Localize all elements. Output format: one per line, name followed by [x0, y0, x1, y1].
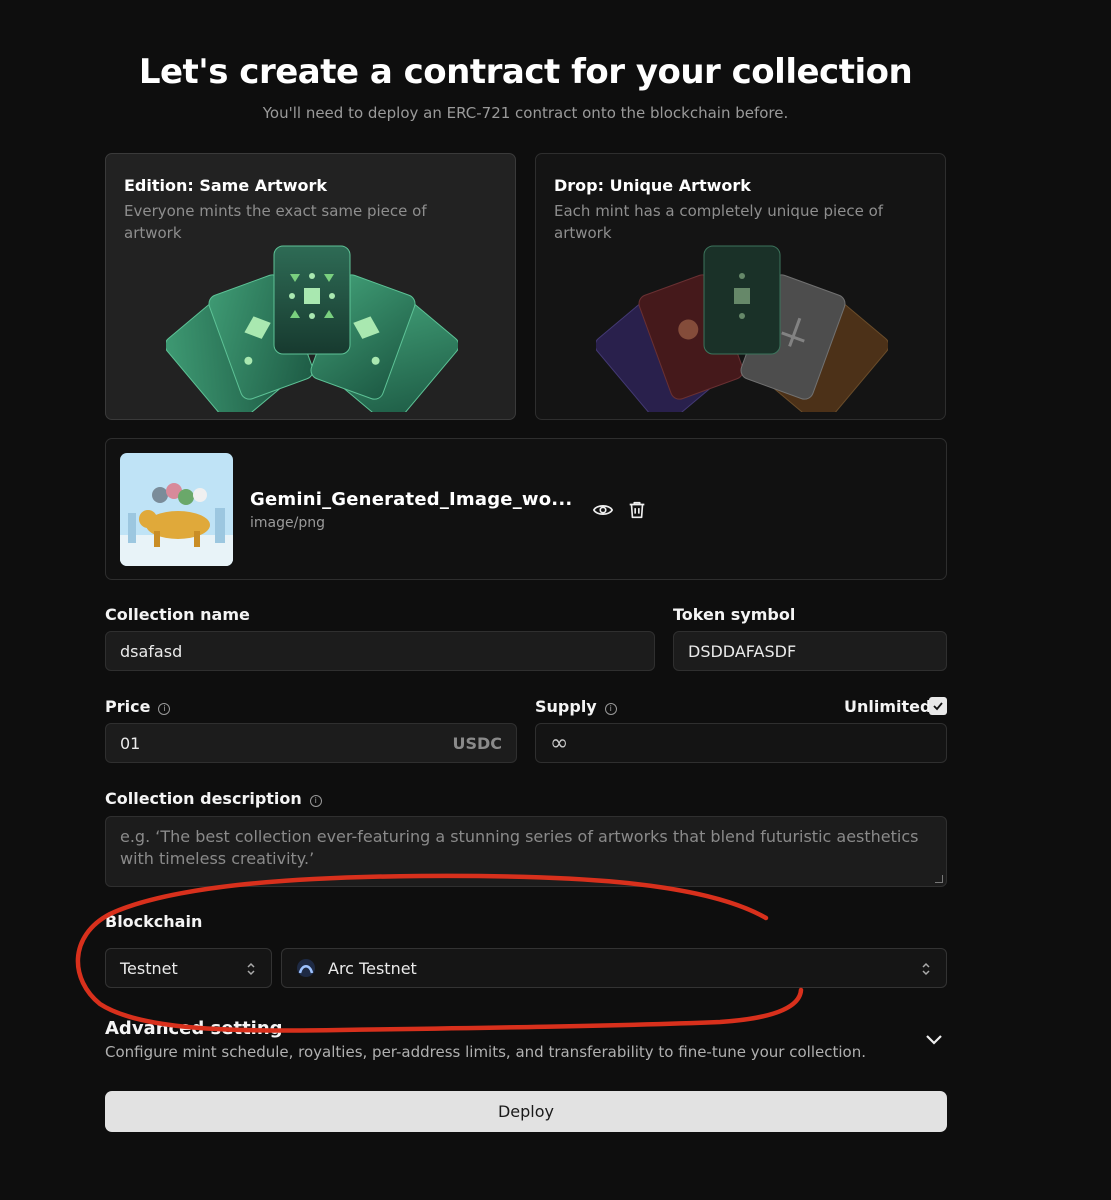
trash-icon[interactable]: [626, 499, 648, 521]
network-type-value: Testnet: [120, 958, 178, 978]
arc-logo-icon: [297, 959, 315, 977]
unlimited-checkbox[interactable]: [929, 697, 947, 715]
blockchain-label: Blockchain: [105, 912, 203, 931]
file-type: image/png: [250, 515, 325, 531]
price-currency: USDC: [452, 734, 502, 753]
same-artwork-illustration: [166, 245, 458, 412]
price-input[interactable]: 01 USDC: [105, 723, 517, 763]
resize-handle[interactable]: [935, 875, 943, 883]
supply-label: Supply i: [535, 697, 617, 716]
chevron-down-icon[interactable]: [924, 1032, 944, 1046]
description-textarea[interactable]: e.g. ‘The best collection ever-featuring…: [105, 816, 947, 887]
advanced-setting-title[interactable]: Advanced setting: [105, 1018, 283, 1039]
token-symbol-label: Token symbol: [673, 605, 796, 624]
description-label-text: Collection description: [105, 789, 302, 808]
eye-icon[interactable]: [592, 499, 614, 521]
network-value: Arc Testnet: [328, 958, 417, 978]
image-thumbnail: [120, 453, 233, 566]
uploaded-file-row: Gemini_Generated_Image_wo... image/png: [105, 438, 947, 580]
supply-label-text: Supply: [535, 697, 597, 716]
description-label: Collection description i: [105, 789, 322, 808]
card-title: Drop: Unique Artwork: [554, 176, 751, 195]
info-icon[interactable]: i: [604, 703, 617, 715]
supply-input[interactable]: ∞: [535, 723, 947, 763]
page-title: Let's create a contract for your collect…: [138, 52, 913, 92]
deploy-button[interactable]: Deploy: [105, 1091, 947, 1132]
card-title: Edition: Same Artwork: [124, 176, 327, 195]
check-icon: [933, 702, 943, 711]
collection-name-input[interactable]: dsafasd: [105, 631, 655, 671]
advanced-setting-description: Configure mint schedule, royalties, per-…: [105, 1043, 866, 1061]
card-description: Each mint has a completely unique piece …: [554, 202, 884, 242]
price-value: 01: [120, 733, 141, 753]
price-label-text: Price: [105, 697, 151, 716]
info-icon[interactable]: i: [309, 795, 322, 807]
file-name: Gemini_Generated_Image_wo...: [250, 489, 573, 510]
page-subtitle: You'll need to deploy an ERC-721 contrac…: [262, 104, 789, 122]
drop-type-card[interactable]: Drop: Unique Artwork Each mint has a com…: [535, 153, 946, 420]
unlimited-label: Unlimited: [844, 697, 932, 716]
chevron-up-down-icon: [922, 962, 930, 976]
edition-type-card[interactable]: Edition: Same Artwork Everyone mints the…: [105, 153, 516, 420]
description-placeholder: e.g. ‘The best collection ever-featuring…: [120, 827, 919, 868]
network-type-select[interactable]: Testnet: [105, 948, 272, 988]
unique-artwork-illustration: [596, 245, 888, 412]
info-icon[interactable]: i: [158, 703, 171, 715]
network-select[interactable]: Arc Testnet: [281, 948, 947, 988]
price-label: Price i: [105, 697, 171, 716]
chevron-up-down-icon: [247, 962, 255, 976]
token-symbol-input[interactable]: DSDDAFASDF: [673, 631, 947, 671]
collection-name-label: Collection name: [105, 605, 250, 624]
card-description: Everyone mints the exact same piece of a…: [124, 202, 427, 242]
